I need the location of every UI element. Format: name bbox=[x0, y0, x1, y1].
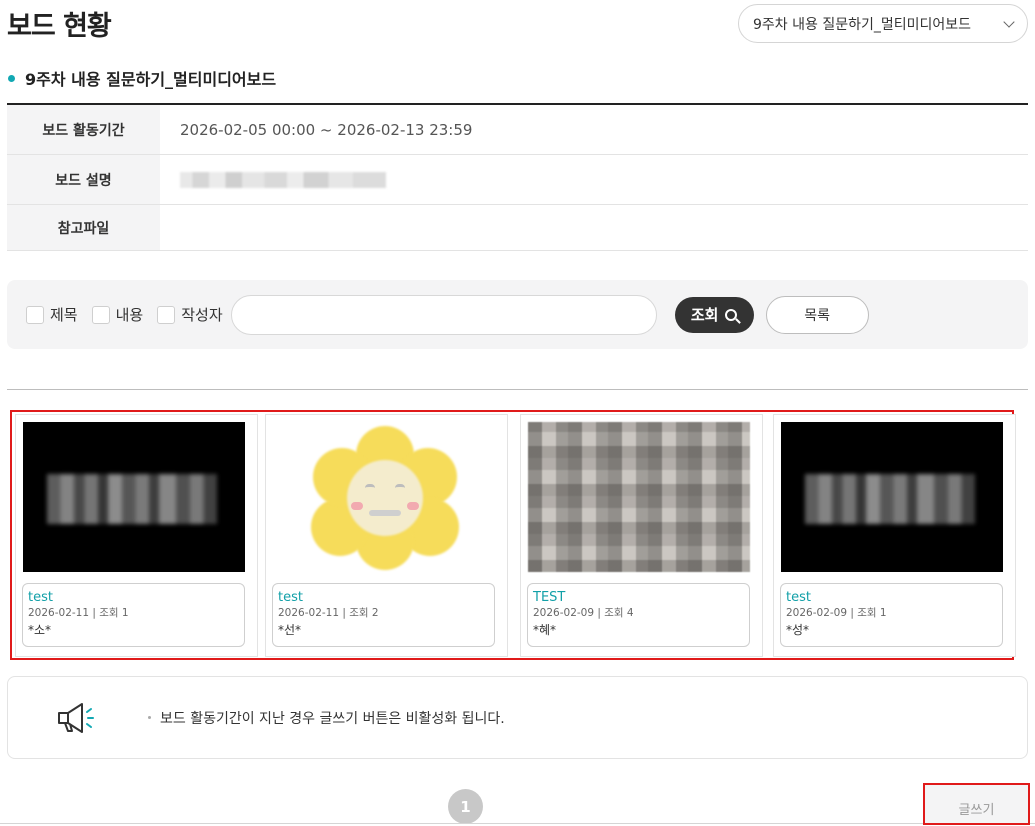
checkbox-icon[interactable] bbox=[26, 305, 44, 324]
post-card[interactable]: test 2026-02-09 | 조회 1 *성* bbox=[773, 414, 1016, 657]
post-date-views: 2026-02-09 | 조회 1 bbox=[786, 607, 887, 619]
filter-content-label: 내용 bbox=[115, 306, 144, 324]
divider bbox=[7, 389, 1028, 390]
post-title[interactable]: test bbox=[278, 589, 489, 606]
page-button-1[interactable]: 1 bbox=[448, 789, 483, 824]
post-author: *성* bbox=[786, 623, 810, 637]
filter-author-checkbox[interactable]: 작성자 bbox=[157, 304, 223, 325]
board-info-table: 보드 활동기간 2026-02-05 00:00 ~ 2026-02-13 23… bbox=[7, 103, 1028, 251]
post-thumbnail[interactable] bbox=[781, 422, 1003, 572]
flower-emoji-image bbox=[309, 426, 461, 570]
notice-message: 보드 활동기간이 지난 경우 글쓰기 버튼은 비활성화 됩니다. bbox=[160, 710, 505, 727]
post-date-views: 2026-02-11 | 조회 1 bbox=[28, 607, 129, 619]
write-button[interactable]: 글쓰기 bbox=[923, 783, 1030, 825]
bullet-dot-icon bbox=[8, 74, 15, 82]
post-date-views: 2026-02-09 | 조회 4 bbox=[533, 607, 634, 619]
post-title[interactable]: test bbox=[786, 589, 997, 606]
post-date-views: 2026-02-11 | 조회 2 bbox=[278, 607, 379, 619]
post-thumbnail[interactable] bbox=[23, 422, 245, 572]
search-button[interactable]: 조회 bbox=[674, 296, 754, 333]
post-meta: test 2026-02-09 | 조회 1 *성* bbox=[780, 583, 1003, 647]
bullet-icon bbox=[148, 716, 151, 719]
search-button-label: 조회 bbox=[690, 306, 719, 324]
page-title: 보드 현황 bbox=[7, 11, 112, 42]
info-value-description bbox=[160, 155, 1028, 204]
board-select-dropdown[interactable]: 9주차 내용 질문하기_멀티미디어보드 bbox=[738, 4, 1028, 43]
chevron-down-icon bbox=[1003, 15, 1015, 28]
info-row-description: 보드 설명 bbox=[7, 155, 1028, 205]
blurred-logo-image bbox=[47, 474, 217, 524]
list-button[interactable]: 목록 bbox=[765, 295, 869, 334]
megaphone-icon bbox=[58, 702, 94, 733]
post-meta: test 2026-02-11 | 조회 1 *소* bbox=[22, 583, 245, 647]
post-title[interactable]: TEST bbox=[533, 589, 744, 606]
info-value-period: 2026-02-05 00:00 ~ 2026-02-13 23:59 bbox=[180, 120, 473, 139]
info-row-period: 보드 활동기간 2026-02-05 00:00 ~ 2026-02-13 23… bbox=[7, 105, 1028, 155]
checkbox-icon[interactable] bbox=[157, 305, 176, 324]
post-author: *소* bbox=[28, 623, 52, 637]
board-select-value: 9주차 내용 질문하기_멀티미디어보드 bbox=[753, 16, 972, 33]
info-row-attachment: 참고파일 bbox=[7, 205, 1028, 251]
post-meta: TEST 2026-02-09 | 조회 4 *혜* bbox=[527, 583, 750, 647]
post-card[interactable]: test 2026-02-11 | 조회 1 *소* bbox=[15, 414, 258, 657]
info-label-period: 보드 활동기간 bbox=[7, 105, 160, 154]
info-label-description: 보드 설명 bbox=[7, 155, 160, 204]
filter-title-checkbox[interactable]: 제목 bbox=[26, 304, 78, 325]
post-title[interactable]: test bbox=[28, 589, 239, 606]
post-author: *혜* bbox=[533, 623, 557, 637]
post-meta: test 2026-02-11 | 조회 2 *선* bbox=[272, 583, 495, 647]
footer-divider bbox=[0, 823, 1035, 824]
filter-title-label: 제목 bbox=[50, 306, 78, 324]
post-card[interactable]: test 2026-02-11 | 조회 2 *선* bbox=[265, 414, 508, 657]
checkbox-icon[interactable] bbox=[91, 305, 110, 324]
notice-box: 보드 활동기간이 지난 경우 글쓰기 버튼은 비활성화 됩니다. bbox=[7, 676, 1028, 759]
post-thumbnail[interactable] bbox=[528, 422, 750, 572]
post-author: *선* bbox=[278, 623, 302, 637]
post-gallery: test 2026-02-11 | 조회 1 *소* test 2026-02-… bbox=[10, 410, 1016, 660]
search-input[interactable] bbox=[230, 294, 657, 335]
board-heading: 9주차 내용 질문하기_멀티미디어보드 bbox=[8, 66, 276, 90]
notice-icon-wrap bbox=[8, 700, 148, 736]
filter-content-checkbox[interactable]: 내용 bbox=[91, 304, 144, 325]
blurred-logo-image bbox=[805, 474, 975, 524]
filter-author-label: 작성자 bbox=[181, 306, 223, 324]
info-label-attachment: 참고파일 bbox=[7, 205, 160, 250]
post-thumbnail[interactable] bbox=[273, 422, 495, 572]
post-card[interactable]: TEST 2026-02-09 | 조회 4 *혜* bbox=[520, 414, 763, 657]
search-icon bbox=[725, 308, 738, 321]
board-heading-text: 9주차 내용 질문하기_멀티미디어보드 bbox=[25, 70, 277, 89]
info-value-attachment bbox=[160, 205, 1028, 250]
blurred-description bbox=[180, 171, 386, 188]
search-bar: 제목 내용 작성자 조회 목록 bbox=[7, 280, 1028, 349]
